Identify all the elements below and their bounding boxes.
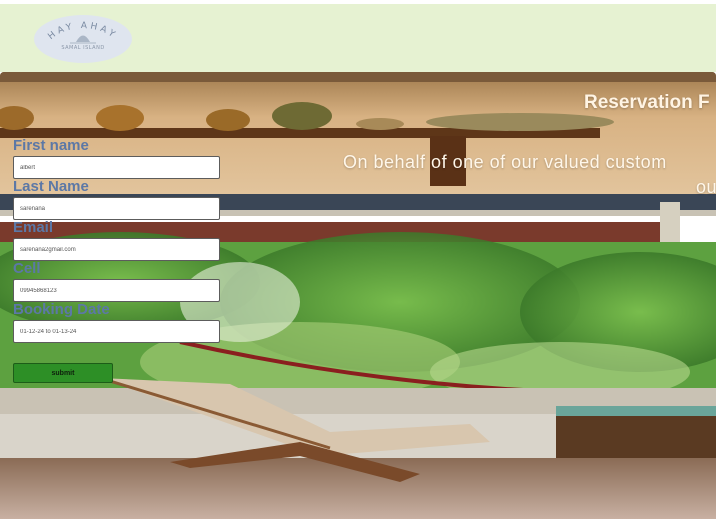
cell-input[interactable] bbox=[13, 279, 220, 302]
submit-button[interactable]: submit bbox=[13, 363, 113, 383]
intro-text: On behalf of one of our valued custom ou bbox=[343, 150, 716, 200]
email-input[interactable] bbox=[13, 238, 220, 261]
first-name-label: First name bbox=[13, 137, 89, 154]
last-name-input[interactable] bbox=[13, 197, 220, 220]
hero-banner: Reservation F On behalf of one of our va… bbox=[0, 72, 716, 519]
booking-date-input[interactable] bbox=[13, 320, 220, 343]
intro-line-2: ou bbox=[696, 177, 716, 197]
intro-line-1: On behalf of one of our valued custom bbox=[343, 152, 667, 172]
last-name-label: Last Name bbox=[13, 178, 89, 195]
site-header: HAY AHAY SAMAL ISLAND bbox=[0, 4, 716, 72]
leaf-icon bbox=[76, 35, 90, 42]
hay-ahay-logo[interactable]: HAY AHAY SAMAL ISLAND bbox=[34, 15, 132, 63]
cell-label: Cell bbox=[13, 260, 41, 277]
first-name-input[interactable] bbox=[13, 156, 220, 179]
booking-date-label: Booking Date bbox=[13, 301, 110, 318]
logo-subtext: SAMAL ISLAND bbox=[61, 45, 105, 51]
logo-emblem: HAY AHAY bbox=[46, 21, 116, 44]
email-label: Email bbox=[13, 219, 54, 236]
reservation-title: Reservation F bbox=[584, 92, 710, 113]
